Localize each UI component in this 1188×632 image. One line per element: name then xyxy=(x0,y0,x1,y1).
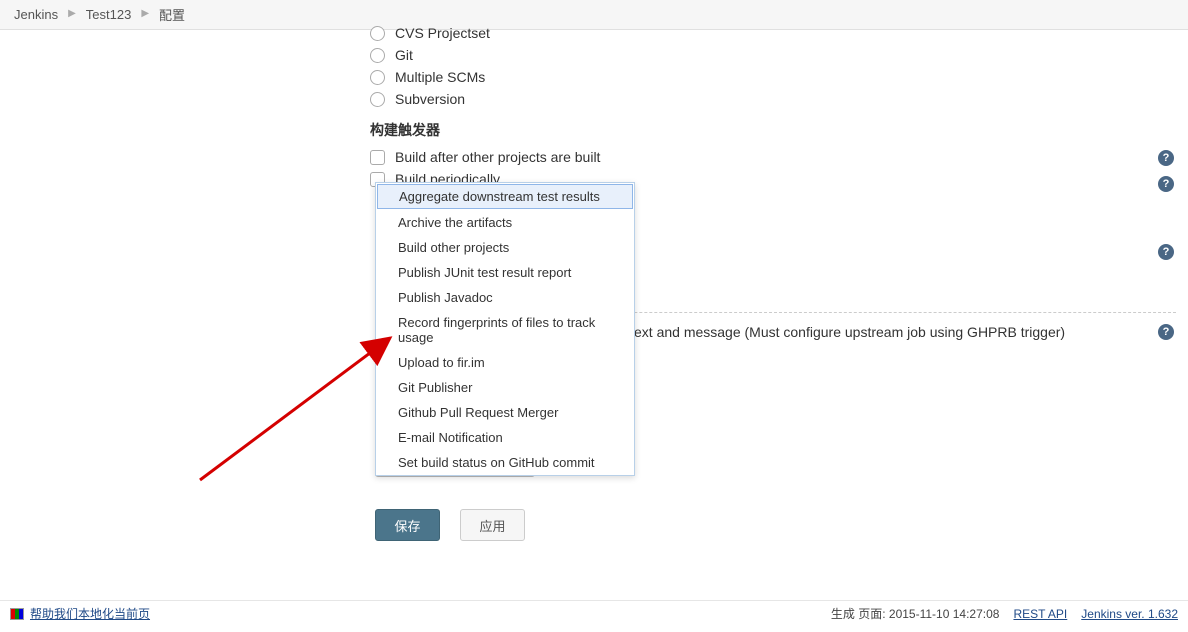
save-button[interactable]: 保存 xyxy=(375,509,440,541)
help-icon[interactable]: ? xyxy=(1158,150,1174,166)
generated-label: 生成 页面: 2015-11-10 14:27:08 xyxy=(831,605,1000,622)
chevron-right-icon: ▶ xyxy=(141,8,149,19)
dropdown-item-build-other[interactable]: Build other projects xyxy=(376,235,634,260)
dropdown-item-upload-fir[interactable]: Upload to fir.im xyxy=(376,350,634,375)
scm-option-git[interactable]: Git xyxy=(370,44,1180,66)
scm-label: CVS Projectset xyxy=(395,25,490,41)
chevron-right-icon: ▶ xyxy=(68,8,76,19)
apply-button[interactable]: 应用 xyxy=(460,509,525,541)
scm-label: Git xyxy=(395,47,413,63)
dropdown-item-javadoc[interactable]: Publish Javadoc xyxy=(376,285,634,310)
scm-option-subversion[interactable]: Subversion xyxy=(370,88,1180,110)
partial-option-text: ext and message (Must configure upstream… xyxy=(634,324,1065,340)
dropdown-item-archive[interactable]: Archive the artifacts xyxy=(376,210,634,235)
rest-api-link[interactable]: REST API xyxy=(1013,607,1067,621)
radio-icon xyxy=(370,70,385,85)
post-build-dropdown: Aggregate downstream test results Archiv… xyxy=(375,182,635,476)
breadcrumb-root[interactable]: Jenkins xyxy=(14,7,58,22)
footer: 帮助我们本地化当前页 生成 页面: 2015-11-10 14:27:08 RE… xyxy=(0,600,1188,626)
scm-option-multiple-scms[interactable]: Multiple SCMs xyxy=(370,66,1180,88)
dropdown-item-git-publisher[interactable]: Git Publisher xyxy=(376,375,634,400)
trigger-label: Build after other projects are built xyxy=(395,149,600,165)
dropdown-item-fingerprints[interactable]: Record fingerprints of files to track us… xyxy=(376,310,634,350)
radio-icon xyxy=(370,48,385,63)
scm-label: Subversion xyxy=(395,91,465,107)
dropdown-item-set-status[interactable]: Set build status on GitHub commit xyxy=(376,450,634,475)
scm-option-cvs-projectset[interactable]: CVS Projectset xyxy=(370,22,1180,44)
breadcrumb-page[interactable]: 配置 xyxy=(159,5,185,24)
generated-prefix: 生成 页面: xyxy=(831,607,886,621)
radio-icon xyxy=(370,92,385,107)
help-icon[interactable]: ? xyxy=(1158,324,1174,340)
dropdown-item-email[interactable]: E-mail Notification xyxy=(376,425,634,450)
dropdown-item-junit[interactable]: Publish JUnit test result report xyxy=(376,260,634,285)
breadcrumb-project[interactable]: Test123 xyxy=(86,7,132,22)
help-icon[interactable]: ? xyxy=(1158,176,1174,192)
flag-icon xyxy=(10,608,24,620)
section-build-triggers: 构建触发器 xyxy=(370,120,1180,140)
generated-time: 2015-11-10 14:27:08 xyxy=(889,607,1000,621)
config-form: CVS Projectset Git Multiple SCMs Subvers… xyxy=(370,22,1180,190)
help-localize-link[interactable]: 帮助我们本地化当前页 xyxy=(30,605,150,622)
dropdown-item-aggregate[interactable]: Aggregate downstream test results xyxy=(377,184,633,209)
jenkins-version-link[interactable]: Jenkins ver. 1.632 xyxy=(1081,607,1178,621)
trigger-build-after[interactable]: Build after other projects are built xyxy=(370,146,1180,168)
radio-icon xyxy=(370,26,385,41)
scm-label: Multiple SCMs xyxy=(395,69,485,85)
checkbox-icon xyxy=(370,150,385,165)
help-icon[interactable]: ? xyxy=(1158,244,1174,260)
dropdown-item-ghpr-merger[interactable]: Github Pull Request Merger xyxy=(376,400,634,425)
